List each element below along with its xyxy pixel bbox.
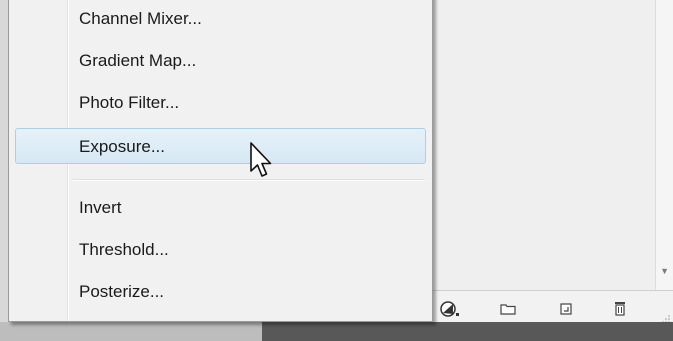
menu-item-gradient-map[interactable]: Gradient Map... xyxy=(15,43,426,79)
new-layer-icon xyxy=(558,301,574,317)
menu-item-threshold[interactable]: Threshold... xyxy=(15,232,426,268)
menu-item-photo-filter[interactable]: Photo Filter... xyxy=(15,85,426,121)
panel-scrollbar[interactable] xyxy=(655,0,673,290)
mouse-pointer-icon xyxy=(249,141,273,179)
trash-icon xyxy=(612,300,628,318)
menu-item-invert[interactable]: Invert xyxy=(15,190,426,226)
menu-item-exposure[interactable]: Exposure... xyxy=(15,128,426,164)
menu-item-posterize[interactable]: Posterize... xyxy=(15,274,426,310)
menu-item-label: Gradient Map... xyxy=(79,51,197,70)
adjustment-layer-icon xyxy=(439,300,461,318)
menu-item-label: Invert xyxy=(79,198,122,217)
menu-item-label: Posterize... xyxy=(79,282,165,301)
delete-layer-button[interactable] xyxy=(609,300,631,318)
menu-item-label: Exposure... xyxy=(79,137,165,156)
screenshot-root: ▼ Channel Mixer... Gradient Map... Photo… xyxy=(0,0,673,341)
adjustment-layer-button[interactable] xyxy=(439,300,461,318)
adjustments-dropdown-menu: Channel Mixer... Gradient Map... Photo F… xyxy=(8,0,433,322)
menu-item-label: Photo Filter... xyxy=(79,93,180,112)
layers-panel-toolbar xyxy=(433,290,673,323)
resize-grip-icon[interactable] xyxy=(661,311,671,323)
scroll-down-arrow-icon[interactable]: ▼ xyxy=(660,267,669,276)
menu-separator xyxy=(73,179,425,181)
new-group-button[interactable] xyxy=(497,300,519,318)
new-layer-button[interactable] xyxy=(555,300,577,318)
folder-icon xyxy=(499,302,517,316)
bottom-strip-left xyxy=(0,322,262,341)
menu-item-channel-mixer[interactable]: Channel Mixer... xyxy=(15,1,426,37)
bottom-status-strip xyxy=(0,322,673,341)
menu-item-label: Threshold... xyxy=(79,240,169,259)
menu-item-label: Channel Mixer... xyxy=(79,9,202,28)
